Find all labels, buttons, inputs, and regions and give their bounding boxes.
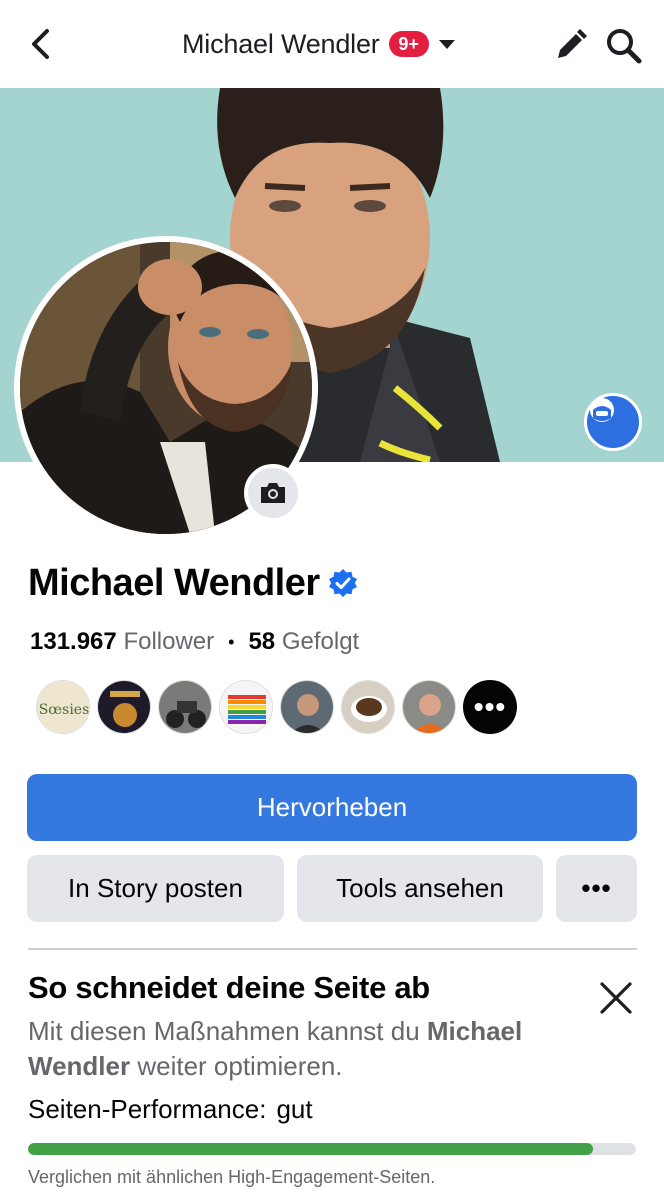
follower-avatar[interactable] bbox=[219, 680, 273, 734]
pencil-icon bbox=[558, 29, 587, 58]
edit-button[interactable] bbox=[550, 26, 590, 66]
profile-name-row: Michael Wendler bbox=[28, 560, 358, 606]
performance-note: Verglichen mit ähnlichen High-Engagement… bbox=[28, 1167, 436, 1187]
follower-avatar[interactable]: Sœsies bbox=[36, 680, 90, 734]
follower-avatar[interactable] bbox=[341, 680, 395, 734]
profile-camera-button[interactable] bbox=[244, 464, 302, 522]
follower-avatar[interactable] bbox=[158, 680, 212, 734]
close-icon bbox=[600, 982, 632, 1014]
performance-progress-bar bbox=[28, 1143, 636, 1155]
avatar-frame-button[interactable] bbox=[584, 393, 642, 451]
follower-avatar[interactable] bbox=[280, 680, 334, 734]
more-options-button[interactable]: ••• bbox=[556, 855, 637, 922]
follower-avatar[interactable] bbox=[402, 680, 456, 734]
stat-separator: • bbox=[228, 631, 235, 652]
chevron-left-icon bbox=[32, 29, 49, 59]
search-button[interactable] bbox=[602, 24, 646, 68]
performance-progress-fill bbox=[28, 1143, 594, 1155]
top-nav-bar: Michael Wendler 9+ bbox=[0, 0, 664, 88]
page-switcher[interactable]: Michael Wendler 9+ bbox=[182, 26, 455, 62]
camera-icon bbox=[261, 483, 285, 503]
performance-status-label: Seiten-Performance: bbox=[28, 1094, 267, 1124]
search-icon bbox=[607, 29, 642, 64]
follower-avatar[interactable] bbox=[97, 680, 151, 734]
boost-button[interactable]: Hervorheben bbox=[27, 774, 637, 841]
svg-text:Sœsies: Sœsies bbox=[39, 702, 90, 718]
followers-stat[interactable]: 131.967 Follower bbox=[30, 628, 214, 656]
notification-badge: 9+ bbox=[388, 31, 429, 57]
dismiss-performance-button[interactable] bbox=[596, 978, 636, 1018]
back-button[interactable] bbox=[22, 24, 62, 64]
performance-title: So schneidet deine Seite ab bbox=[28, 970, 430, 1005]
profile-name: Michael Wendler bbox=[28, 561, 320, 604]
page-title: Michael Wendler bbox=[182, 28, 380, 59]
section-divider bbox=[28, 948, 637, 950]
performance-status: Seiten-Performance: gut bbox=[28, 1094, 313, 1125]
performance-description: Mit diesen Maßnahmen kannst du Michael W… bbox=[28, 1016, 523, 1081]
following-stat[interactable]: 58 Gefolgt bbox=[248, 628, 359, 656]
performance-status-value: gut bbox=[276, 1094, 313, 1124]
verified-badge-icon bbox=[328, 569, 357, 597]
follower-avatars: Sœsies ••• bbox=[36, 680, 517, 734]
profile-stats: 131.967 Follower • 58 Gefolgt bbox=[30, 628, 359, 656]
view-tools-button[interactable]: Tools ansehen bbox=[297, 855, 543, 922]
avatar-frame-icon bbox=[590, 398, 614, 422]
caret-down-icon bbox=[438, 39, 455, 49]
more-followers-button[interactable]: ••• bbox=[463, 680, 517, 734]
post-to-story-button[interactable]: In Story posten bbox=[27, 855, 284, 922]
